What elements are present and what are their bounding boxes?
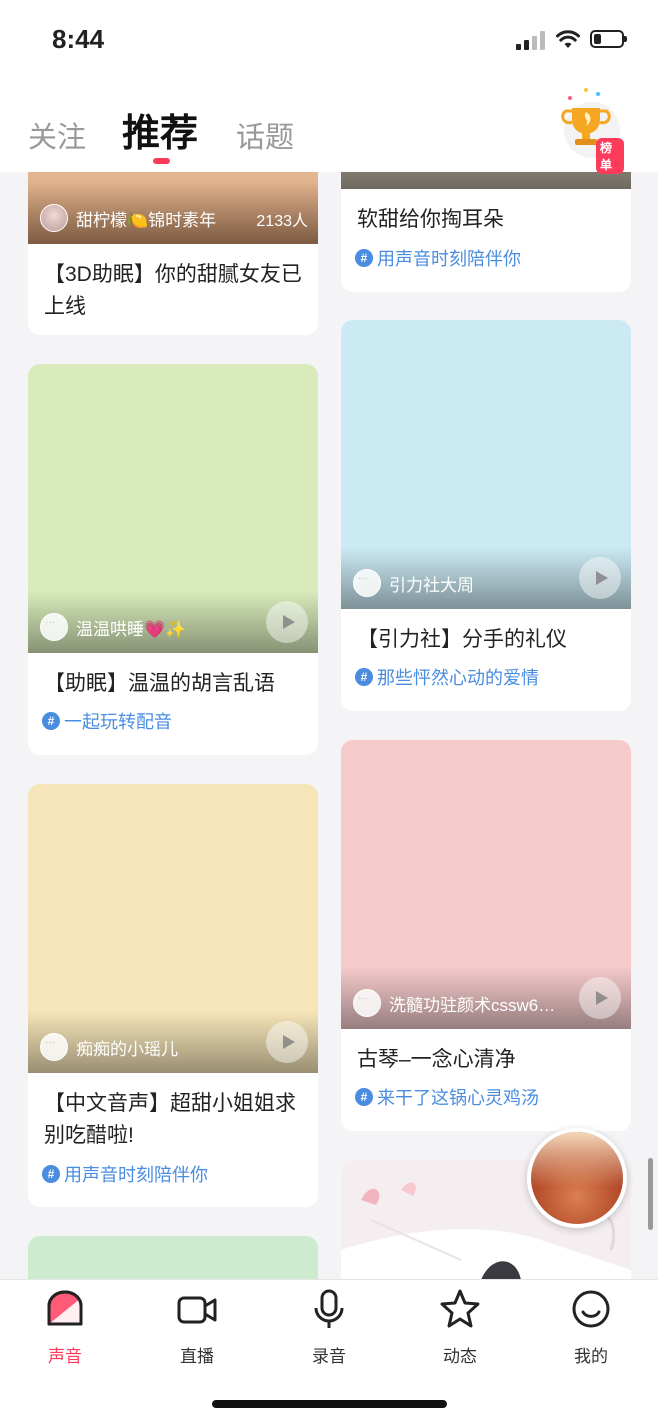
topic-label: 来干了这锅心灵鸡汤 xyxy=(377,1088,539,1108)
author-name: 洗髓功驻颜术cssw6… xyxy=(389,995,556,1015)
play-icon[interactable] xyxy=(266,1021,308,1063)
card-topic[interactable]: # 来干了这锅心灵鸡汤 xyxy=(355,1084,539,1110)
card-title[interactable]: 【3D助眠】你的甜腻女友已上线 xyxy=(44,259,306,323)
card-author[interactable]: 甜柠檬🍋锦时素年 xyxy=(40,204,216,232)
play-icon[interactable] xyxy=(579,557,621,599)
tab-sound-label: 声音 xyxy=(48,1347,82,1366)
battery-icon xyxy=(590,30,627,48)
card-topic[interactable]: # 那些怦然心动的爱情 xyxy=(355,664,539,690)
audio-card[interactable]: 引力社大周 【引力社】分手的礼仪 # 那些怦然心动的爱情 xyxy=(341,320,631,711)
rank-badge-label: 榜单 xyxy=(596,138,624,174)
home-indicator[interactable] xyxy=(212,1400,447,1408)
hashtag-icon: # xyxy=(355,668,373,686)
card-title[interactable]: 【助眠】温温的胡言乱语 xyxy=(44,668,306,700)
play-icon[interactable] xyxy=(579,977,621,1019)
active-tab-indicator xyxy=(153,158,170,164)
tab-profile[interactable]: 我的 xyxy=(546,1288,636,1367)
card-author[interactable]: 痴痴的小瑶儿 xyxy=(40,1033,178,1061)
tab-record[interactable]: 录音 xyxy=(284,1288,374,1367)
audio-card[interactable]: 软甜给你掏耳朵 # 用声音时刻陪伴你 xyxy=(341,172,631,292)
play-icon[interactable] xyxy=(266,601,308,643)
top-nav: 关注 推荐 话题 榜单 xyxy=(0,80,658,174)
card-cover[interactable] xyxy=(341,172,631,189)
card-cover[interactable]: 痴痴的小瑶儿 xyxy=(28,784,318,1073)
author-name: 引力社大周 xyxy=(389,575,474,595)
status-time: 8:44 xyxy=(52,24,105,54)
scrollbar[interactable] xyxy=(648,1158,653,1230)
card-cover[interactable]: 引力社大周 xyxy=(341,320,631,609)
card-title[interactable]: 【中文音声】超甜小姐姐求别吃醋啦! xyxy=(44,1088,306,1152)
author-avatar xyxy=(40,613,68,641)
topic-label: 那些怦然心动的爱情 xyxy=(377,668,539,688)
topic-label: 用声音时刻陪伴你 xyxy=(64,1165,208,1185)
live-camera-icon xyxy=(177,1296,217,1324)
author-avatar xyxy=(40,204,68,232)
tab-follow[interactable]: 关注 xyxy=(28,114,86,156)
card-title[interactable]: 古琴–一念心清净 xyxy=(357,1044,619,1076)
star-icon xyxy=(440,1289,480,1328)
tab-moments-label: 动态 xyxy=(443,1347,477,1366)
audio-card[interactable]: 痴痴的小瑶儿 【中文音声】超甜小姐姐求别吃醋啦! # 用声音时刻陪伴你 xyxy=(28,784,318,1207)
card-title[interactable]: 【引力社】分手的礼仪 xyxy=(357,624,619,656)
listener-count: 2133人 xyxy=(256,213,308,230)
card-topic[interactable]: # 用声音时刻陪伴你 xyxy=(355,245,521,271)
tab-topics[interactable]: 话题 xyxy=(236,114,294,156)
author-name: 痴痴的小瑶儿 xyxy=(76,1039,178,1059)
card-cover[interactable]: 甜柠檬🍋锦时素年 2133人 xyxy=(28,172,318,244)
author-avatar xyxy=(353,569,381,597)
tab-profile-label: 我的 xyxy=(574,1347,608,1366)
audio-card[interactable]: 甜柠檬🍋锦时素年 2133人 【3D助眠】你的甜腻女友已上线 xyxy=(28,172,318,335)
topic-label: 一起玩转配音 xyxy=(64,712,172,732)
tab-moments[interactable]: 动态 xyxy=(415,1288,505,1367)
audio-card[interactable] xyxy=(28,1236,318,1280)
author-avatar xyxy=(353,989,381,1017)
profile-icon xyxy=(572,1290,610,1328)
author-avatar xyxy=(40,1033,68,1061)
microphone-icon xyxy=(314,1289,344,1328)
rank-list-button[interactable]: 榜单 xyxy=(560,86,624,174)
hashtag-icon: # xyxy=(42,1165,60,1183)
hashtag-icon: # xyxy=(355,249,373,267)
tab-recommend[interactable]: 推荐 xyxy=(122,102,198,157)
author-name: 温温哄睡💗✨ xyxy=(76,619,187,639)
author-name: 甜柠檬🍋锦时素年 xyxy=(76,210,217,230)
tab-record-label: 录音 xyxy=(312,1347,346,1366)
tab-live[interactable]: 直播 xyxy=(152,1288,242,1367)
card-topic[interactable]: # 一起玩转配音 xyxy=(42,708,172,734)
wifi-icon xyxy=(556,30,580,48)
status-bar: 8:44 xyxy=(0,0,658,80)
hashtag-icon: # xyxy=(42,712,60,730)
card-author[interactable]: 温温哄睡💗✨ xyxy=(40,613,186,641)
card-cover[interactable] xyxy=(28,1236,318,1280)
audio-card[interactable]: 洗髓功驻颜术cssw6… 古琴–一念心清净 # 来干了这锅心灵鸡汤 xyxy=(341,740,631,1131)
card-topic[interactable]: # 用声音时刻陪伴你 xyxy=(42,1161,208,1187)
topic-label: 用声音时刻陪伴你 xyxy=(377,249,521,269)
tab-sound[interactable]: 声音 xyxy=(20,1288,110,1367)
card-title[interactable]: 软甜给你掏耳朵 xyxy=(357,204,619,236)
card-author[interactable]: 洗髓功驻颜术cssw6… xyxy=(353,989,555,1017)
tab-live-label: 直播 xyxy=(180,1347,214,1366)
hashtag-icon: # xyxy=(355,1088,373,1106)
card-author[interactable]: 引力社大周 xyxy=(353,569,474,597)
card-cover[interactable]: 洗髓功驻颜术cssw6… xyxy=(341,740,631,1029)
floating-player-thumbnail[interactable] xyxy=(527,1128,627,1228)
sound-icon xyxy=(47,1290,83,1326)
audio-card[interactable]: 温温哄睡💗✨ 【助眠】温温的胡言乱语 # 一起玩转配音 xyxy=(28,364,318,755)
cellular-signal-icon xyxy=(516,30,548,50)
recommend-feed[interactable]: 甜柠檬🍋锦时素年 2133人 【3D助眠】你的甜腻女友已上线 温温哄睡💗✨ 【助… xyxy=(0,172,658,1280)
card-cover[interactable]: 温温哄睡💗✨ xyxy=(28,364,318,653)
